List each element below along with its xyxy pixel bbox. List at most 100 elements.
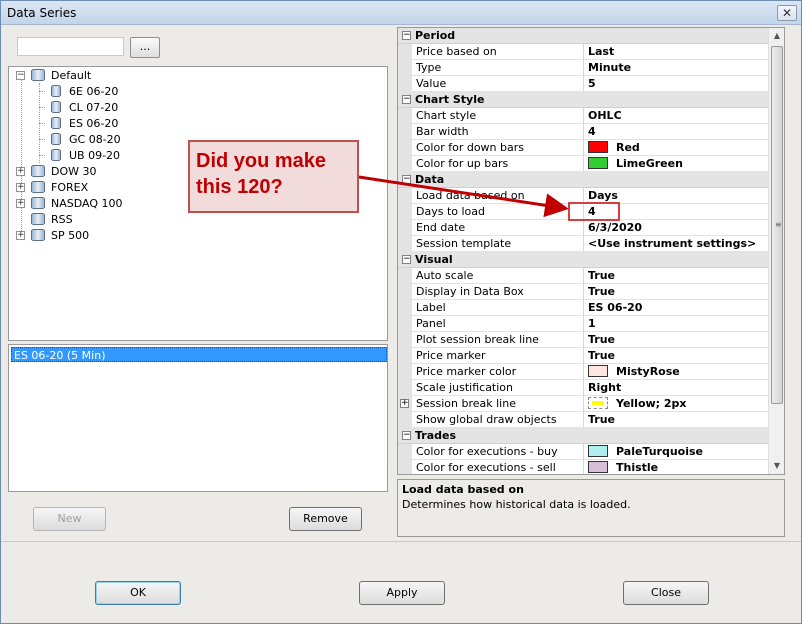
property-grid[interactable]: − Period Price based on Last Type Minute… [397,27,785,475]
property-row[interactable]: Type Minute [398,60,768,76]
scroll-down-icon[interactable]: ▼ [771,460,783,472]
row-gutter [398,316,411,332]
color-name: Thistle [616,461,659,474]
property-row[interactable]: Price marker True [398,348,768,364]
property-row[interactable]: Panel 1 [398,316,768,332]
database-group-icon [31,181,45,193]
property-row[interactable]: Chart style OHLC [398,108,768,124]
property-value[interactable]: True [586,412,768,428]
property-row[interactable]: Bar width 4 [398,124,768,140]
property-row[interactable]: Color for up bars LimeGreen [398,156,768,172]
property-value[interactable]: 1 [586,316,768,332]
property-row[interactable]: Auto scale True [398,268,768,284]
collapse-icon[interactable]: − [402,255,411,264]
property-value[interactable]: True [586,348,768,364]
property-row[interactable]: + Session break line Yellow; 2px [398,396,768,412]
grip-icon: ≡ [775,220,782,229]
property-row[interactable]: Price based on Last [398,44,768,60]
category-period[interactable]: − Period [398,28,768,44]
property-value[interactable]: Yellow; 2px [586,396,768,412]
instrument-search-input[interactable] [17,37,124,56]
property-row[interactable]: Session template <Use instrument setting… [398,236,768,252]
property-row[interactable]: Scale justification Right [398,380,768,396]
collapse-icon[interactable]: − [16,71,25,80]
property-name: Color for executions - sell [411,460,584,474]
row-gutter [398,412,411,428]
property-row[interactable]: Plot session break line True [398,332,768,348]
collapse-icon[interactable]: − [402,95,411,104]
property-row[interactable]: Show global draw objects True [398,412,768,428]
property-value[interactable]: MistyRose [586,364,768,380]
data-series-dialog: Data Series ✕ ... − Default 6E 06-20 CL … [0,0,802,624]
property-name: Color for up bars [411,156,584,172]
property-value[interactable]: True [586,284,768,300]
property-value[interactable]: Thistle [586,460,768,474]
series-list-item[interactable]: ES 06-20 (5 Min) [11,347,387,362]
property-value[interactable]: Last [586,44,768,60]
tree-item-label: 6E 06-20 [69,85,119,98]
tree-group-sp500[interactable]: + SP 500 [9,228,379,244]
property-value[interactable]: Red [586,140,768,156]
annotation-callout: Did you make this 120? [188,140,359,213]
property-row[interactable]: Color for executions - sell Thistle [398,460,768,474]
expand-icon[interactable]: + [16,231,25,240]
expand-icon[interactable]: + [16,199,25,208]
tree-item[interactable]: 6E 06-20 [9,84,379,100]
property-value[interactable]: ES 06-20 [586,300,768,316]
property-name: Display in Data Box [411,284,584,300]
scroll-thumb[interactable]: ≡ [771,46,783,404]
tree-group-rss[interactable]: RSS [9,212,379,228]
tree-group-default[interactable]: − Default [9,68,379,84]
category-data[interactable]: − Data [398,172,768,188]
property-grid-scrollbar[interactable]: ▲ ≡ ▼ [768,28,784,474]
collapse-icon[interactable]: − [402,175,411,184]
property-row[interactable]: Color for executions - buy PaleTurquoise [398,444,768,460]
property-row[interactable]: Value 5 [398,76,768,92]
collapse-icon[interactable]: − [402,431,411,440]
series-list[interactable]: ES 06-20 (5 Min) [8,344,388,492]
browse-instruments-button[interactable]: ... [130,37,160,58]
line-style-swatch [588,397,608,409]
expand-icon[interactable]: + [400,399,409,408]
collapse-icon[interactable]: − [402,31,411,40]
property-name: Value [411,76,584,92]
property-value[interactable]: 6/3/2020 [586,220,768,236]
property-name: Load data based on [411,188,584,204]
row-gutter [398,124,411,140]
tree-item[interactable]: CL 07-20 [9,100,379,116]
property-value[interactable]: OHLC [586,108,768,124]
row-gutter [398,140,411,156]
category-visual[interactable]: − Visual [398,252,768,268]
property-value[interactable]: Minute [586,60,768,76]
property-value[interactable]: 4 [586,124,768,140]
tree-item[interactable]: ES 06-20 [9,116,379,132]
category-chart-style[interactable]: − Chart Style [398,92,768,108]
property-row[interactable]: Price marker color MistyRose [398,364,768,380]
ok-button[interactable]: OK [95,581,181,605]
property-value[interactable]: <Use instrument settings> [586,236,768,252]
expand-icon[interactable]: + [16,183,25,192]
apply-button[interactable]: Apply [359,581,445,605]
property-value[interactable]: PaleTurquoise [586,444,768,460]
property-row[interactable]: Color for down bars Red [398,140,768,156]
callout-line: Did you make [196,150,327,172]
property-value[interactable]: LimeGreen [586,156,768,172]
remove-button[interactable]: Remove [289,507,362,531]
property-value[interactable]: Right [586,380,768,396]
property-row[interactable]: Display in Data Box True [398,284,768,300]
property-row[interactable]: Label ES 06-20 [398,300,768,316]
property-value[interactable]: True [586,268,768,284]
property-value[interactable]: 5 [586,76,768,92]
property-value[interactable]: True [586,332,768,348]
row-gutter [398,460,411,474]
database-group-icon [31,213,45,225]
close-button[interactable]: Close [623,581,709,605]
description-title: Load data based on [402,483,524,496]
window-close-button[interactable]: ✕ [777,5,797,21]
new-button[interactable]: New [33,507,106,531]
property-name: Scale justification [411,380,584,396]
property-row[interactable]: End date 6/3/2020 [398,220,768,236]
scroll-up-icon[interactable]: ▲ [771,30,783,42]
category-trades[interactable]: − Trades [398,428,768,444]
expand-icon[interactable]: + [16,167,25,176]
